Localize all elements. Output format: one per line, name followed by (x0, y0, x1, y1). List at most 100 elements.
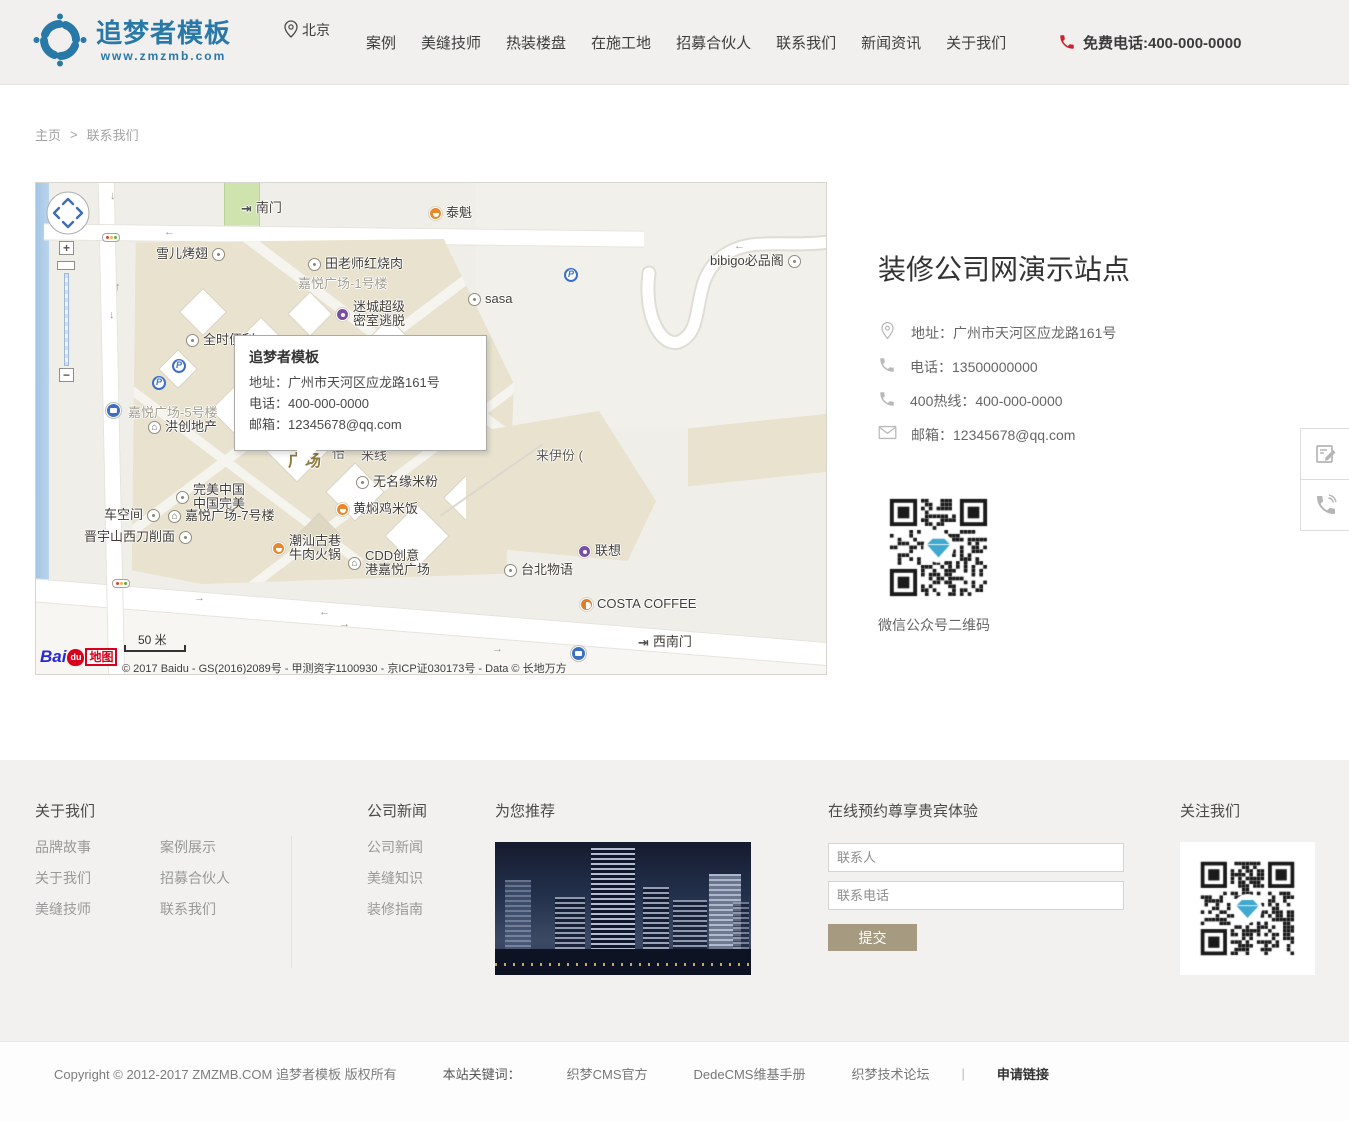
logo-swirl-icon (33, 13, 87, 67)
breadcrumb-current: 联系我们 (87, 125, 139, 144)
breadcrumb-home-link[interactable]: 主页 (35, 125, 61, 144)
map-label: 嘉悦广场-5号楼 (128, 406, 218, 420)
gate-poi-icon: ⇥ (241, 202, 252, 215)
nav-item[interactable]: 招募合伙人 (676, 32, 751, 53)
bank-poi-icon: ⌂ (168, 510, 181, 523)
dot-poi-icon (356, 476, 369, 489)
phone-icon (878, 356, 896, 379)
bank-poi-icon: ⌂ (348, 557, 361, 570)
footer-about-links-col1: 品牌故事关于我们美缝技师 (35, 832, 91, 925)
house-poi-icon: ⌂ (148, 421, 161, 434)
mail-icon (878, 425, 897, 445)
logo-subdomain: www.zmzmb.com (96, 49, 231, 63)
map-label: 来伊份 ( (536, 449, 583, 463)
nav-item[interactable]: 案例 (366, 32, 396, 53)
footer-news-links: 公司新闻美缝知识装修指南 (367, 832, 423, 925)
map-label (106, 403, 121, 418)
bus-poi-icon (106, 403, 121, 418)
footer-link[interactable]: 案例展示 (160, 832, 230, 863)
city-selector[interactable]: 北京 (284, 20, 330, 40)
footer-link[interactable]: 联系我们 (160, 894, 230, 925)
footer-link[interactable]: 美缝技师 (35, 894, 91, 925)
bottom-link[interactable]: 织梦CMS官方 (567, 1064, 648, 1083)
qr-caption: 微信公众号二维码 (878, 615, 990, 635)
booking-name-input[interactable] (828, 843, 1124, 872)
map-label: ⌂ CDD创意 港嘉悦广场 (348, 549, 430, 577)
booking-phone-input[interactable] (828, 881, 1124, 910)
map-label-text: CDD创意 港嘉悦广场 (365, 549, 430, 577)
nav-item[interactable]: 关于我们 (946, 32, 1006, 53)
map-label-text: 晋宇山西刀削面 (84, 530, 175, 544)
hotline: 免费电话:400-000-0000 (1058, 0, 1241, 84)
contact-row: 邮箱：12345678@qq.com (878, 418, 1188, 452)
food-poi-icon (272, 542, 285, 555)
footer-link[interactable]: 美缝知识 (367, 863, 423, 894)
footer: 关于我们 品牌故事关于我们美缝技师 案例展示招募合伙人联系我们 公司新闻 公司新… (0, 760, 1349, 1041)
map-label-text: 车空间 (104, 508, 143, 522)
page: 追梦者模板 www.zmzmb.com 北京 案例美缝技师热装楼盘在施工地招募合… (0, 0, 1349, 1121)
booking-submit-button[interactable]: 提交 (828, 924, 917, 951)
map-label-text: 泰魁 (446, 206, 472, 220)
map-label (571, 646, 586, 661)
city-night-photo (495, 842, 751, 975)
map-attribution: © 2017 Baidu - GS(2016)2089号 - 甲测资字11009… (122, 660, 567, 675)
map-label: ⌂嘉悦广场-7号楼 (168, 509, 275, 523)
breadcrumb-separator: > (70, 127, 78, 142)
footer-link[interactable]: 公司新闻 (367, 832, 423, 863)
map-label: 米线 (361, 449, 387, 463)
phone-icon (1314, 493, 1338, 517)
map-label-text: 洪创地产 (165, 420, 217, 434)
map-label: ⇥南门 (241, 201, 282, 215)
dot-poi-icon (468, 293, 481, 306)
bottom-divider: | (962, 1066, 965, 1081)
footer-link[interactable]: 招募合伙人 (160, 863, 230, 894)
map-label: ⇥西南门 (638, 635, 692, 649)
footer-about-links-col2: 案例展示招募合伙人联系我们 (160, 832, 230, 925)
info-window-address: 地址：广州市天河区应龙路161号 (249, 372, 472, 393)
call-button[interactable] (1301, 479, 1349, 530)
dot-poi-icon (176, 491, 189, 504)
map-zoom-in-button[interactable]: + (59, 241, 74, 255)
map-label: 车空间 (104, 508, 160, 522)
map-label-text: 潮汕古巷 牛肉火锅 (289, 534, 341, 562)
map-label: 雪儿烤翅 (156, 247, 225, 261)
baidu-logo[interactable]: Bai du 地图 (40, 647, 117, 667)
nav-item[interactable]: 在施工地 (591, 32, 651, 53)
recommend-image[interactable] (495, 842, 751, 975)
bottom-link[interactable]: DedeCMS维基手册 (694, 1064, 806, 1083)
phone-icon (878, 390, 896, 413)
contact-row: 400热线：400-000-0000 (878, 384, 1188, 418)
edit-icon (1314, 442, 1338, 466)
nav-item[interactable]: 美缝技师 (421, 32, 481, 53)
map-label-text: 田老师红烧肉 (325, 257, 403, 271)
map-label: P (172, 359, 186, 373)
footer-qr-box (1180, 842, 1315, 975)
footer-link[interactable]: 装修指南 (367, 894, 423, 925)
footer-booking-title: 在线预约尊享贵宾体验 (828, 800, 978, 821)
nav-item[interactable]: 热装楼盘 (506, 32, 566, 53)
footer-link[interactable]: 品牌故事 (35, 832, 91, 863)
footer-link[interactable]: 关于我们 (35, 863, 91, 894)
logo-text: 追梦者模板 www.zmzmb.com (96, 18, 231, 63)
nav-item[interactable]: 新闻资讯 (861, 32, 921, 53)
bottom-bar-row: Copyright © 2012-2017 ZMZMB.COM 追梦者模板 版权… (0, 1042, 1349, 1104)
apply-link[interactable]: 申请链接 (997, 1064, 1049, 1083)
contact-row: 地址：广州市天河区应龙路161号 (878, 316, 1188, 350)
map-zoom-out-button[interactable]: − (59, 368, 74, 382)
copyright-text: Copyright © 2012-2017 ZMZMB.COM 追梦者模板 版权… (54, 1064, 397, 1083)
baidu-paw-icon: du (67, 649, 84, 666)
map-label: 迷城超级 密室逃脱 (336, 300, 405, 328)
gate-poi-icon: ⇥ (638, 636, 649, 649)
map-label: 台北物语 (504, 563, 573, 577)
map-label-text: 迷城超级 密室逃脱 (353, 300, 405, 328)
site-logo[interactable]: 追梦者模板 www.zmzmb.com (33, 13, 231, 67)
map-pan-control[interactable] (46, 191, 90, 235)
map-zoom-slider-handle[interactable] (57, 261, 75, 270)
map-zoom-slider-track[interactable] (64, 273, 69, 366)
footer-divider (291, 836, 292, 968)
nav-item[interactable]: 联系我们 (776, 32, 836, 53)
contact-row: 电话：13500000000 (878, 350, 1188, 384)
baidu-map[interactable]: ←→↓↑↓→←→→←→ ⇥南门泰魁雪儿烤翅田老师红烧肉嘉悦广场-1号楼迷城超级 … (35, 182, 827, 675)
feedback-button[interactable] (1301, 429, 1349, 479)
bottom-link[interactable]: 织梦技术论坛 (851, 1064, 929, 1083)
